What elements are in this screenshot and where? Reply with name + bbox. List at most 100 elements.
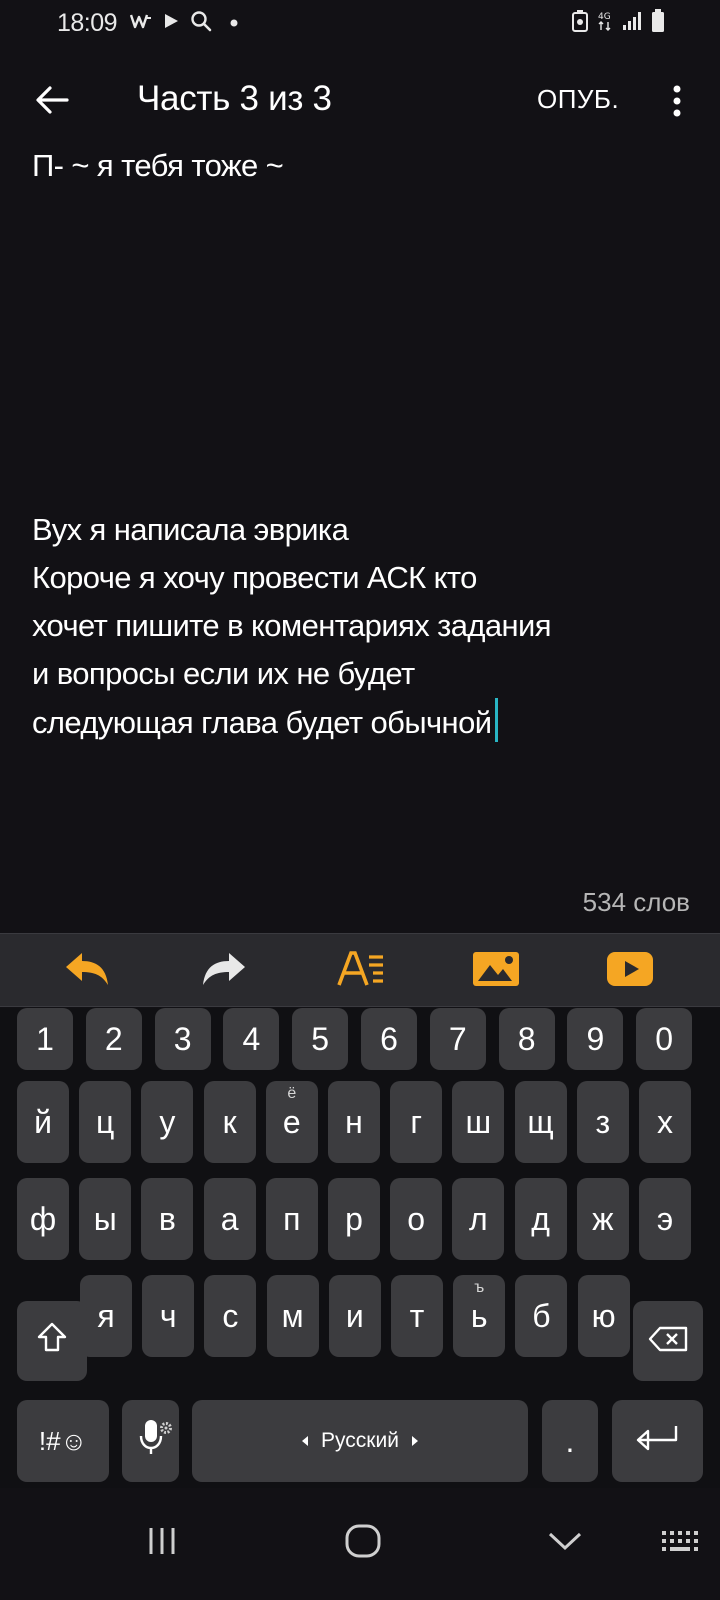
status-time: 18:09 [57, 9, 118, 37]
insert-image-button[interactable] [463, 944, 529, 998]
key-label: ч [159, 1297, 177, 1334]
keyboard-icon [661, 1530, 699, 1557]
play-icon [162, 12, 180, 35]
publish-button[interactable]: ОПУБ. [537, 84, 619, 115]
more-options-button[interactable] [652, 76, 702, 130]
key-9[interactable]: 9 [567, 1008, 624, 1070]
backspace-icon [648, 1323, 688, 1360]
status-bar: 18:09 4G [0, 0, 720, 48]
key-7[interactable]: 7 [429, 1008, 486, 1070]
key-г[interactable]: г [390, 1081, 443, 1163]
home-button[interactable] [323, 1508, 403, 1578]
key-ц[interactable]: ц [79, 1081, 132, 1163]
key-1[interactable]: 1 [17, 1008, 73, 1070]
shift-key[interactable] [17, 1301, 87, 1381]
key-х[interactable]: х [639, 1081, 691, 1163]
key-8[interactable]: 8 [498, 1008, 555, 1070]
key-label: н [345, 1103, 363, 1140]
key-з[interactable]: з [576, 1081, 629, 1163]
key-label: ж [592, 1200, 614, 1237]
key-ю[interactable]: ю [577, 1275, 630, 1357]
key-б[interactable]: б [515, 1275, 568, 1357]
symbols-key[interactable]: !#☺ [17, 1400, 109, 1482]
key-в[interactable]: в [141, 1178, 194, 1260]
space-key[interactable]: Русский [192, 1400, 528, 1482]
key-0[interactable]: 0 [636, 1008, 693, 1070]
key-ф[interactable]: ф [17, 1178, 69, 1260]
key-5[interactable]: 5 [292, 1008, 349, 1070]
key-label: ц [96, 1103, 115, 1140]
key-2[interactable]: 2 [85, 1008, 142, 1070]
key-3[interactable]: 3 [154, 1008, 211, 1070]
key-щ[interactable]: щ [514, 1081, 567, 1163]
key-ш[interactable]: ш [452, 1081, 505, 1163]
key-э[interactable]: э [639, 1178, 691, 1260]
key-label: ф [29, 1200, 57, 1237]
search-icon [190, 10, 212, 37]
editor-line: П- ~ я тебя тоже ~ [32, 148, 284, 183]
key-label: 2 [104, 1020, 123, 1057]
key-ч[interactable]: ч [142, 1275, 195, 1357]
recent-apps-button[interactable] [122, 1508, 202, 1578]
battery-saver-icon [572, 9, 588, 37]
key-label: з [595, 1103, 611, 1140]
key-п[interactable]: п [265, 1178, 318, 1260]
key-6[interactable]: 6 [361, 1008, 417, 1070]
key-label: э [656, 1200, 674, 1237]
key-ы[interactable]: ы [79, 1178, 132, 1260]
key-н[interactable]: н [328, 1081, 380, 1163]
key-label: у [159, 1103, 176, 1140]
arrow-back-icon [35, 85, 69, 120]
key-ж[interactable]: ж [576, 1178, 629, 1260]
key-м[interactable]: м [266, 1275, 319, 1357]
status-left-icons [129, 6, 238, 40]
key-label: ш [465, 1103, 492, 1140]
editor-last-line: следующая глава будет обычной [32, 698, 551, 747]
key-label: 4 [242, 1020, 261, 1057]
key-label: о [407, 1200, 426, 1237]
text-editor[interactable]: П- ~ я тебя тоже ~ Вух я написала эврика… [32, 142, 692, 882]
key-label: й [34, 1103, 52, 1140]
key-label: м [281, 1297, 304, 1334]
key-й[interactable]: й [17, 1081, 69, 1163]
hide-keyboard-button[interactable] [525, 1508, 605, 1578]
insert-video-button[interactable] [597, 944, 663, 998]
key-а[interactable]: а [203, 1178, 256, 1260]
key-у[interactable]: у [141, 1081, 194, 1163]
text-cursor [495, 698, 499, 742]
key-и[interactable]: и [328, 1275, 381, 1357]
key-label: и [345, 1297, 364, 1334]
backspace-key[interactable] [633, 1301, 703, 1381]
switch-keyboard-button[interactable] [640, 1508, 720, 1578]
period-key[interactable]: . [542, 1400, 598, 1482]
redo-button[interactable] [191, 944, 257, 998]
key-ь[interactable]: ьъ [453, 1275, 506, 1357]
key-д[interactable]: д [514, 1178, 567, 1260]
key-с[interactable]: с [204, 1275, 257, 1357]
word-count: 534 слов [582, 887, 690, 917]
status-right-icons: 4G [572, 6, 665, 40]
redo-icon [201, 951, 247, 992]
key-т[interactable]: т [391, 1275, 443, 1357]
key-е[interactable]: её [265, 1081, 318, 1163]
undo-button[interactable] [54, 944, 120, 998]
key-label: 7 [448, 1020, 467, 1057]
key-label: б [532, 1297, 551, 1334]
key-я[interactable]: я [80, 1275, 132, 1357]
text-format-button[interactable] [328, 944, 394, 998]
enter-key[interactable] [612, 1400, 703, 1482]
image-icon [472, 950, 520, 993]
key-label: 9 [586, 1020, 605, 1057]
video-icon [606, 951, 654, 992]
back-button[interactable] [24, 74, 80, 130]
voice-input-key[interactable] [122, 1400, 179, 1482]
key-о[interactable]: о [390, 1178, 443, 1260]
key-label: 1 [36, 1020, 54, 1057]
key-р[interactable]: р [328, 1178, 380, 1260]
4g-icon: 4G [597, 10, 613, 37]
key-label: п [283, 1200, 301, 1237]
key-л[interactable]: л [452, 1178, 505, 1260]
key-4[interactable]: 4 [223, 1008, 280, 1070]
key-к[interactable]: к [203, 1081, 256, 1163]
key-label: 8 [517, 1020, 536, 1057]
